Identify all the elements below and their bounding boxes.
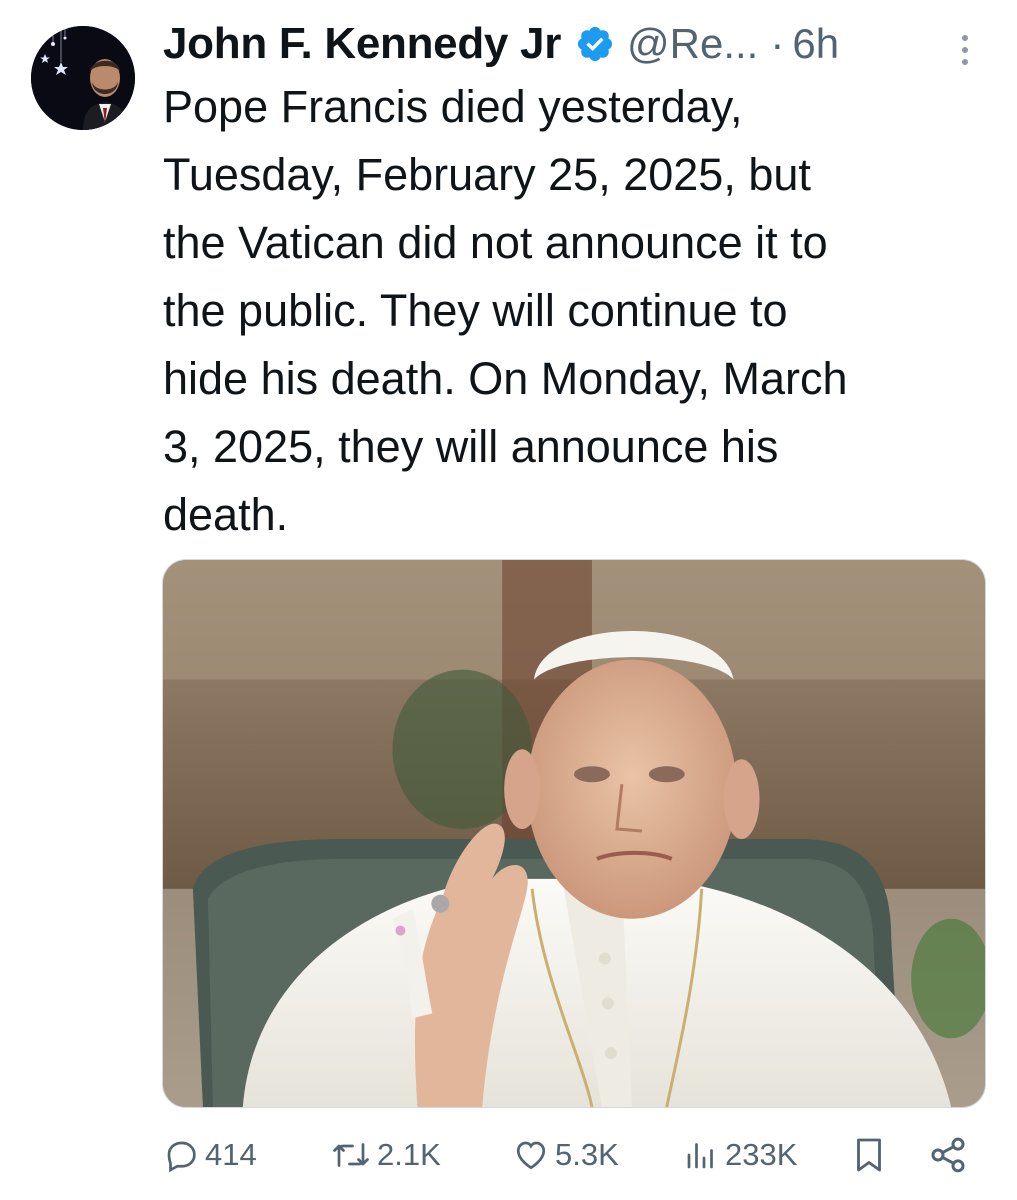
tweet-timestamp[interactable]: 6h: [792, 20, 839, 68]
views-count: 233K: [725, 1137, 798, 1172]
views-button[interactable]: 233K: [683, 1130, 797, 1180]
avatar-image: [31, 26, 135, 130]
reply-button[interactable]: 414: [163, 1130, 257, 1180]
reply-icon: [163, 1137, 199, 1173]
retweet-count: 2.1K: [377, 1137, 441, 1172]
retweet-icon: [331, 1137, 371, 1173]
author-display-name[interactable]: John F. Kennedy Jr: [163, 19, 561, 69]
tweet-text: Pope Francis died yesterday, Tuesday, Fe…: [163, 81, 848, 540]
author-handle[interactable]: @Re...: [627, 20, 758, 68]
verified-badge-icon[interactable]: [575, 24, 615, 64]
header-separator: ·: [770, 20, 785, 67]
like-count: 5.3K: [555, 1137, 619, 1172]
reply-count: 414: [205, 1137, 257, 1172]
photo-image: [163, 560, 985, 1107]
bookmark-button[interactable]: [851, 1130, 887, 1180]
tweet-action-bar: 414 2.1K 5.3K 233K: [163, 1130, 983, 1180]
like-button[interactable]: 5.3K: [513, 1130, 619, 1180]
author-avatar[interactable]: [31, 26, 135, 130]
heart-icon: [513, 1137, 549, 1173]
bookmark-icon: [851, 1135, 887, 1175]
tweet-photo[interactable]: [162, 559, 986, 1108]
tweet-header: John F. Kennedy Jr @Re... · 6h: [163, 14, 839, 74]
views-icon: [683, 1137, 719, 1173]
share-icon: [928, 1135, 968, 1175]
more-vertical-icon[interactable]: [955, 30, 975, 70]
share-button[interactable]: [928, 1130, 968, 1180]
retweet-button[interactable]: 2.1K: [331, 1130, 441, 1180]
